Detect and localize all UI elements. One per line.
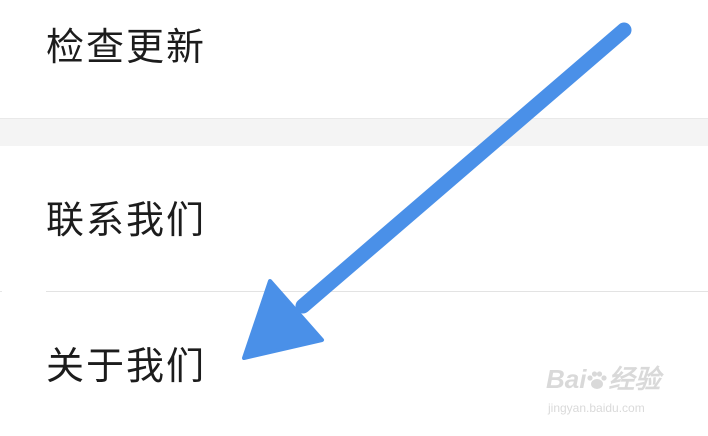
menu-item-label: 联系我们 — [46, 198, 207, 242]
menu-item-check-update[interactable]: 检查更新 — [0, 0, 708, 118]
paw-icon — [587, 371, 608, 389]
watermark-site: jingyan.baidu.com — [548, 401, 645, 415]
watermark-logo: Bai 经验 — [546, 366, 660, 392]
baidu-jingyan-watermark: Bai 经验 jingyan.baidu.com — [546, 366, 696, 424]
section-separator — [0, 118, 708, 146]
watermark-brand-prefix: Bai — [546, 364, 587, 394]
menu-item-label: 关于我们 — [46, 344, 207, 388]
menu-item-contact-us[interactable]: 联系我们 — [0, 146, 708, 291]
settings-screen: 检查更新 联系我们 关于我们 Bai 经验 jingyan.baidu.com — [0, 0, 708, 436]
watermark-brand-suffix: 经验 — [608, 364, 661, 394]
menu-item-label: 检查更新 — [46, 25, 207, 69]
